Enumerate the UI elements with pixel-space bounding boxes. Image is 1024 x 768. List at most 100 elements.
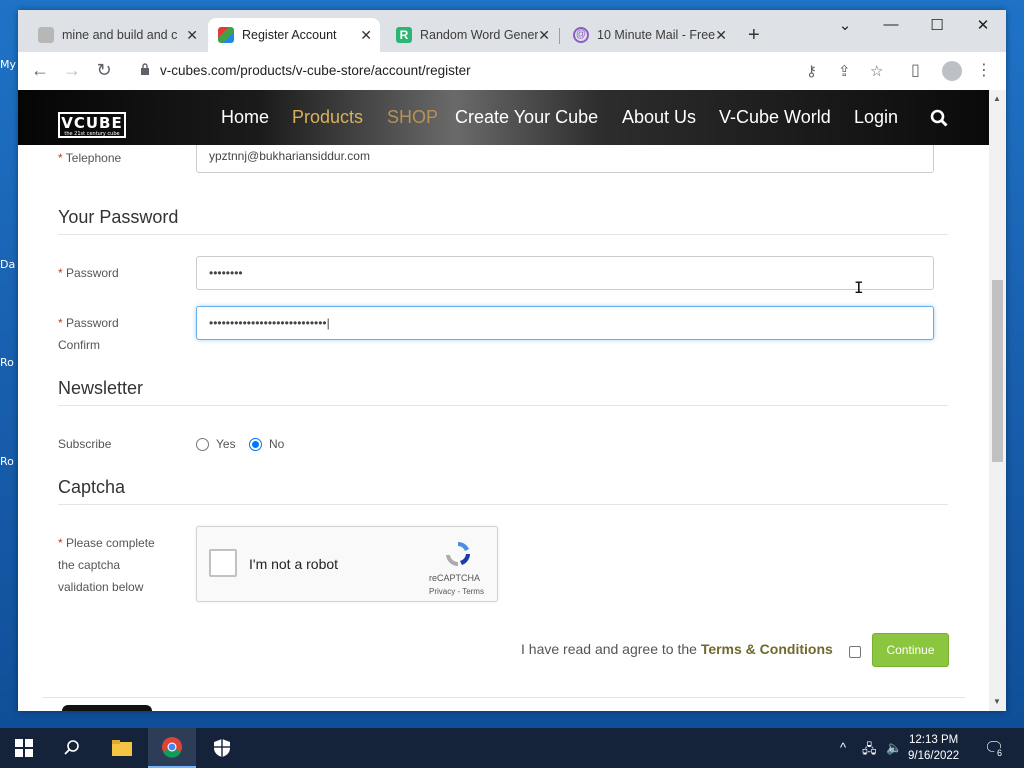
address-bar[interactable]: v-cubes.com/products/v-cube-store/accoun… <box>130 56 900 86</box>
subscribe-label: Subscribe <box>58 437 112 451</box>
share-icon[interactable]: ⇪ <box>838 62 851 80</box>
show-hidden-icons-icon[interactable]: ^ <box>840 740 846 755</box>
password-input[interactable]: •••••••• <box>196 256 934 290</box>
desktop-icon-label[interactable]: Ro <box>0 356 14 369</box>
terms-link[interactable]: Terms & Conditions <box>701 641 833 657</box>
telephone-label: * Telephone <box>58 151 122 165</box>
tab-random-word[interactable]: R Random Word Gener ✕ <box>386 18 558 52</box>
close-window-icon[interactable]: ✕ <box>968 16 998 34</box>
scrollbar-thumb[interactable] <box>992 280 1003 462</box>
tab-title: Random Word Gener <box>420 28 538 42</box>
recaptcha-prompt: I'm not a robot <box>249 556 339 572</box>
search-taskbar-icon[interactable] <box>48 728 96 768</box>
agree-terms-checkbox[interactable] <box>849 646 861 658</box>
telephone-input[interactable]: ypztnnj@bukhariansiddur.com <box>196 145 934 173</box>
browser-window: mine and build and c ✕ Register Account … <box>18 10 1006 711</box>
text-cursor-icon: I <box>854 278 864 297</box>
vcube-logo[interactable]: VCUBE the 21st century cube <box>58 112 126 138</box>
divider <box>58 234 948 235</box>
tab-mine[interactable]: mine and build and c ✕ <box>28 18 206 52</box>
recaptcha-logo-icon <box>446 541 470 567</box>
bookmark-star-icon[interactable]: ☆ <box>870 62 883 80</box>
r-logo-icon: R <box>396 27 412 43</box>
network-icon[interactable]: 🖧 <box>862 740 877 762</box>
nav-v-cube-world[interactable]: V-Cube World <box>719 107 831 128</box>
newsletter-heading: Newsletter <box>58 378 144 398</box>
nav-shop[interactable]: SHOP <box>387 107 438 128</box>
maximize-icon[interactable]: ☐ <box>922 16 952 34</box>
profile-avatar-icon[interactable] <box>942 61 962 81</box>
key-icon[interactable]: ⚷ <box>806 62 817 80</box>
nav-create-your-cube[interactable]: Create Your Cube <box>455 107 598 128</box>
page-scrollbar[interactable]: ▲ ▼ <box>989 90 1006 711</box>
close-tab-icon[interactable]: ✕ <box>715 27 727 44</box>
continue-button[interactable]: Continue <box>872 633 949 667</box>
divider <box>58 405 948 406</box>
recaptcha-widget: I'm not a robot reCAPTCHA Privacy - Term… <box>196 526 498 602</box>
tab-register-account[interactable]: Register Account ✕ <box>208 18 380 52</box>
nav-products[interactable]: Products <box>292 107 363 128</box>
recaptcha-checkbox[interactable] <box>209 549 237 577</box>
nav-login[interactable]: Login <box>854 107 898 128</box>
system-clock[interactable]: 12:13 PM 9/16/2022 <box>908 732 959 764</box>
url-text: v-cubes.com/products/v-cube-store/accoun… <box>160 63 471 78</box>
site-header: VCUBE the 21st century cube Home Product… <box>18 90 989 145</box>
password-confirm-label: * Password Confirm <box>58 316 119 352</box>
logo-tagline: the 21st century cube <box>64 131 120 137</box>
recaptcha-brand: reCAPTCHA <box>429 573 481 583</box>
desktop-icon-label[interactable]: Da <box>0 258 15 271</box>
password-confirm-input[interactable]: ••••••••••••••••••••••••••••| <box>196 306 934 340</box>
desktop-icon-label[interactable]: Ro <box>0 455 14 468</box>
lock-icon <box>141 63 149 75</box>
scroll-down-icon[interactable]: ▼ <box>993 697 1001 706</box>
vcube-favicon-icon <box>218 27 234 43</box>
at-sign-icon: @ <box>573 27 589 43</box>
chrome-taskbar-icon[interactable] <box>148 728 196 768</box>
clock-date: 9/16/2022 <box>908 750 960 762</box>
terms-agreement-text: I have read and agree to the Terms & Con… <box>521 641 833 657</box>
start-button[interactable] <box>0 728 48 768</box>
close-tab-icon[interactable]: ✕ <box>360 27 372 44</box>
tab-title: Register Account <box>242 28 337 42</box>
recaptcha-privacy-terms[interactable]: Privacy - Terms <box>429 587 484 596</box>
captcha-label: * Please complete the captcha validation b… <box>58 536 155 594</box>
taskbar: ^ 🖧 🔈 12:13 PM 9/16/2022 🗨 6 <box>0 728 1024 768</box>
clock-time: 12:13 PM <box>908 734 959 746</box>
new-tab-icon[interactable]: + <box>748 24 760 47</box>
tab-10-minute-mail[interactable]: @ 10 Minute Mail - Free ✕ <box>563 18 735 52</box>
your-password-heading: Your Password <box>58 207 179 227</box>
tab-title: mine and build and c <box>62 28 178 42</box>
subscribe-no-label[interactable]: No <box>269 437 284 451</box>
browser-toolbar: ← → ↻ v-cubes.com/products/v-cube-store/… <box>18 52 1006 90</box>
subscribe-yes-radio[interactable] <box>196 438 209 451</box>
close-tab-icon[interactable]: ✕ <box>538 27 550 44</box>
minimize-icon[interactable]: — <box>876 16 906 33</box>
reload-icon[interactable]: ↻ <box>92 60 116 81</box>
notification-count: 6 <box>994 748 1005 758</box>
tab-separator <box>559 28 560 44</box>
close-tab-icon[interactable]: ✕ <box>186 27 198 44</box>
windows-logo-icon <box>15 739 33 757</box>
forward-icon[interactable]: → <box>60 60 84 81</box>
more-menu-icon[interactable]: ⋮ <box>976 60 992 80</box>
register-form: * Telephone ypztnnj@bukhariansiddur.com … <box>18 145 989 711</box>
footer-element <box>62 705 152 711</box>
tab-title: 10 Minute Mail - Free <box>597 28 715 42</box>
desktop-icon-label[interactable]: My <box>0 58 16 71</box>
tab-search-chevron-icon[interactable]: ⌄ <box>830 16 860 34</box>
captcha-heading: Captcha <box>58 477 126 497</box>
back-icon[interactable]: ← <box>28 60 52 81</box>
side-panel-icon[interactable]: ▯ <box>911 60 920 80</box>
volume-muted-icon[interactable]: 🔈 <box>886 740 902 756</box>
nav-home[interactable]: Home <box>221 107 269 128</box>
scroll-up-icon[interactable]: ▲ <box>993 94 1001 103</box>
subscribe-yes-label[interactable]: Yes <box>216 437 236 451</box>
password-label: * Password <box>58 266 119 280</box>
logo-text: VCUBE <box>61 114 123 132</box>
nav-about-us[interactable]: About Us <box>622 107 696 128</box>
subscribe-no-radio[interactable] <box>249 438 262 451</box>
search-icon[interactable] <box>930 109 948 127</box>
divider <box>42 697 965 698</box>
file-explorer-icon[interactable] <box>98 728 146 768</box>
security-shield-icon[interactable] <box>198 728 246 768</box>
